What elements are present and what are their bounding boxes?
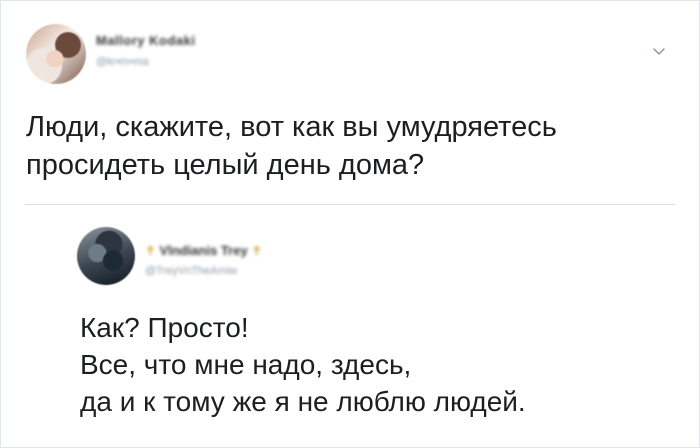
tweet-text-line: просидеть целый день дома? bbox=[26, 149, 425, 181]
original-tweet: Mallory Kodaki @kr•m•ma Люди, скажите, в… bbox=[0, 0, 700, 205]
tweet-text-line: Как? Просто! bbox=[80, 312, 249, 343]
author-name[interactable]: ✝ Vlndianis Trey ✝ bbox=[145, 243, 262, 259]
cross-icon: ✝ bbox=[251, 243, 263, 258]
tweet-text: Люди, скажите, вот как вы умудряетесь пр… bbox=[26, 108, 676, 184]
tweet-text-line: Все, что мне надо, здесь, bbox=[80, 349, 412, 380]
author-handle[interactable]: @kr•m•ma bbox=[96, 56, 148, 68]
tweet-text: Как? Просто! Все, что мне надо, здесь, д… bbox=[80, 309, 680, 420]
cross-icon: ✝ bbox=[145, 243, 156, 258]
avatar[interactable] bbox=[26, 24, 86, 84]
avatar[interactable] bbox=[77, 227, 135, 285]
chevron-down-icon[interactable] bbox=[651, 44, 667, 60]
tweet-text-line: Люди, скажите, вот как вы умудряетесь bbox=[26, 111, 557, 143]
divider bbox=[25, 204, 675, 205]
author-handle[interactable]: @TreyVnTheAmiw bbox=[145, 265, 237, 277]
tweet-text-line: да и к тому же я не люблю людей. bbox=[80, 386, 526, 417]
author-name-text: Vlndianis Trey bbox=[159, 243, 248, 258]
author-name[interactable]: Mallory Kodaki bbox=[96, 33, 195, 48]
